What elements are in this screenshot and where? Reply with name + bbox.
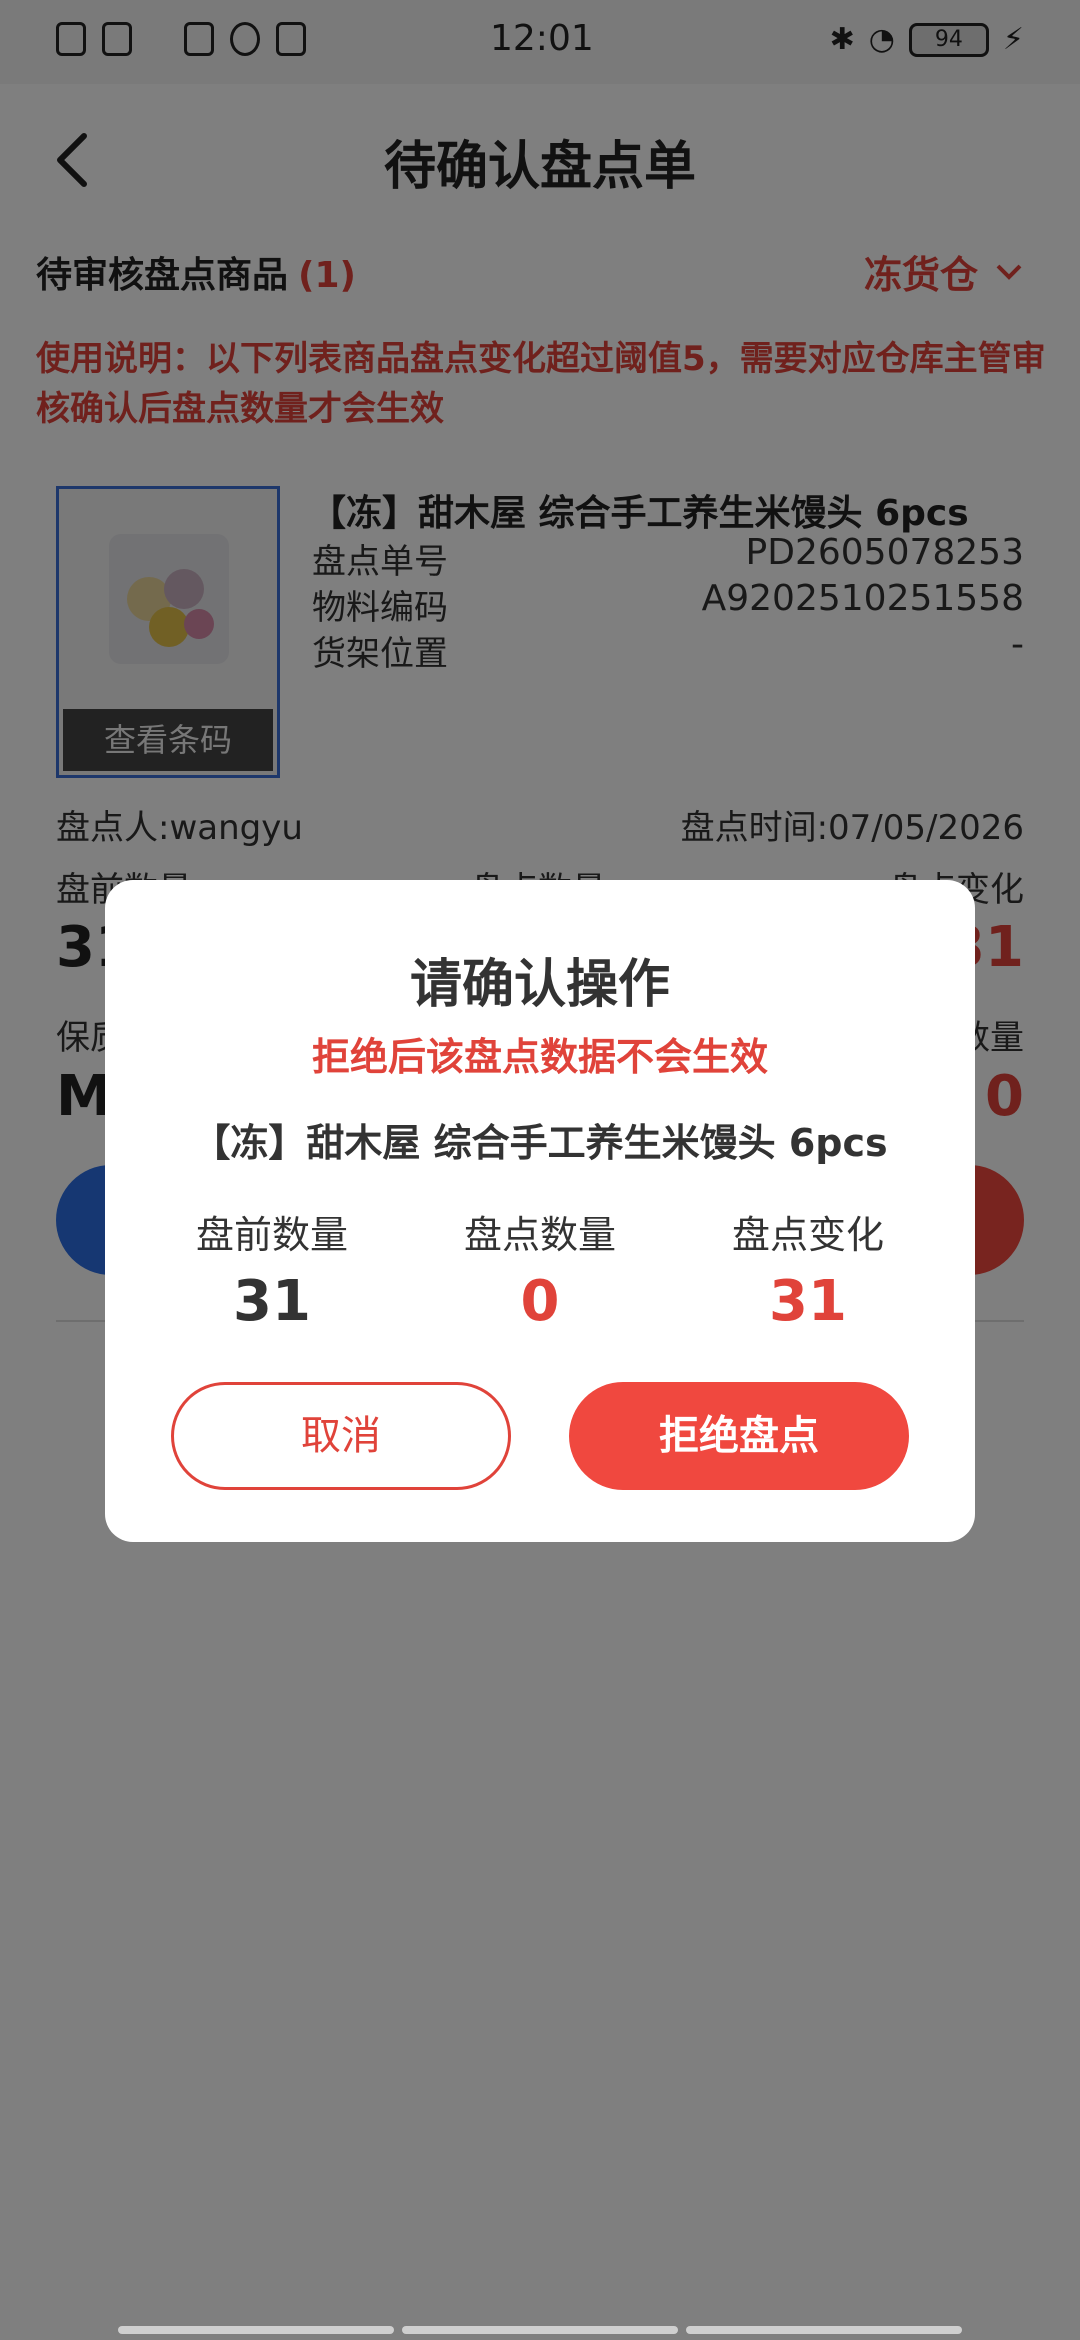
- dialog-warning: 拒绝后该盘点数据不会生效: [311, 1035, 768, 1079]
- dialog-count-label: 盘点数量: [463, 1213, 616, 1257]
- gesture-bar: [118, 2326, 962, 2334]
- confirm-dialog: 请确认操作 拒绝后该盘点数据不会生效 【冻】甜木屋 综合手工养生米馒头 6pcs…: [105, 880, 975, 1542]
- reject-count-button[interactable]: 拒绝盘点: [569, 1382, 909, 1490]
- dialog-count-value: 0: [520, 1269, 560, 1334]
- dialog-before-label: 盘前数量: [195, 1213, 348, 1257]
- dialog-before-qty: 盘前数量 31: [147, 1204, 397, 1334]
- dialog-before-value: 31: [233, 1269, 311, 1334]
- status-bar-scrim: [0, 0, 1080, 84]
- dialog-change-label: 盘点变化: [731, 1213, 884, 1257]
- dialog-count-qty: 盘点数量 0: [415, 1204, 665, 1334]
- cancel-button[interactable]: 取消: [171, 1382, 511, 1490]
- dialog-title: 请确认操作: [409, 955, 670, 1015]
- dialog-product-name: 【冻】甜木屋 综合手工养生米馒头 6pcs: [192, 1121, 888, 1165]
- dialog-change-value: 31: [769, 1269, 847, 1334]
- dialog-change-qty: 盘点变化 31: [683, 1204, 933, 1334]
